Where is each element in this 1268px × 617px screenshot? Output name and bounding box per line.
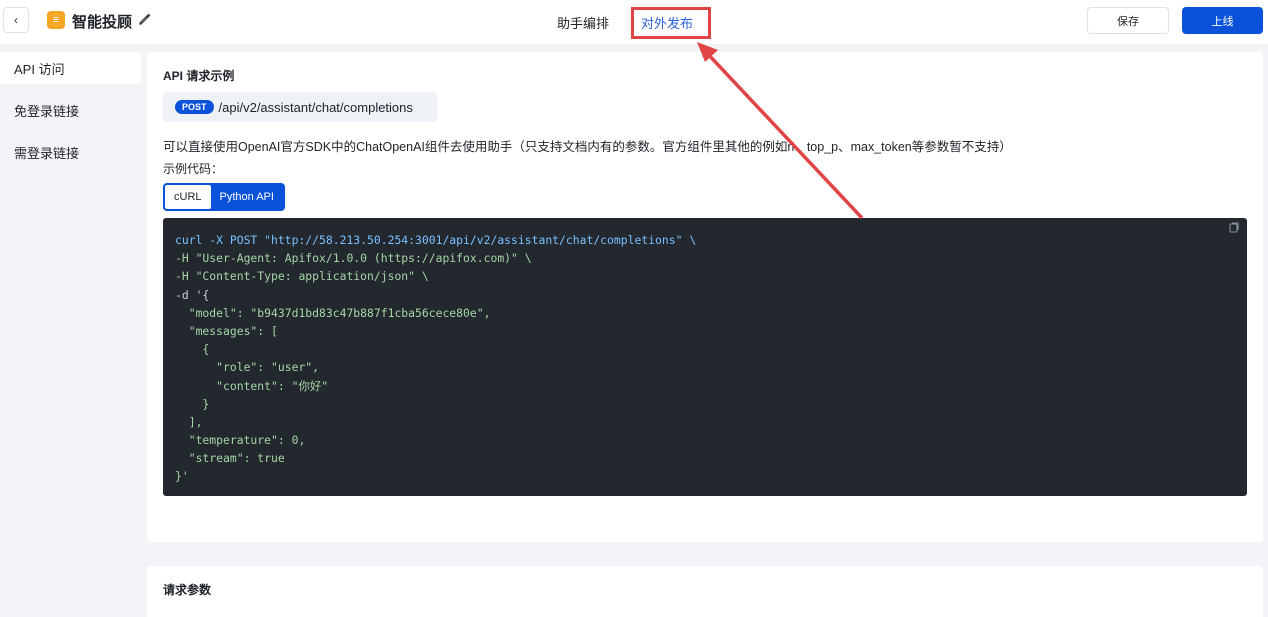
code-language-switch: cURL Python API xyxy=(163,183,285,211)
section-title: 请求参数 xyxy=(163,583,212,597)
endpoint-path: /api/v2/assistant/chat/completions xyxy=(218,99,413,115)
code-line: "messages": [ xyxy=(175,323,278,338)
go-online-button[interactable]: 上线 xyxy=(1182,7,1263,34)
code-line: "temperature": 0, xyxy=(175,433,306,448)
back-button[interactable]: ‹ xyxy=(3,7,29,33)
code-label: 示例代码： xyxy=(163,162,224,176)
code-line: "role": "user", xyxy=(175,360,320,375)
chevron-left-icon: ‹ xyxy=(14,13,18,27)
endpoint-box: POST /api/v2/assistant/chat/completions xyxy=(163,92,437,122)
code-line: } xyxy=(175,396,210,411)
sidebar: API 访问 免登录链接 需登录链接 xyxy=(0,44,142,617)
sidebar-item-api-access[interactable]: API 访问 xyxy=(0,52,141,84)
code-line: -H "User-Agent: Apifox/1.0.0 (https://ap… xyxy=(175,251,532,266)
request-params-card: 请求参数 xyxy=(147,566,1263,617)
description-text: 可以直接使用OpenAI官方SDK中的ChatOpenAI组件去使用助手（只支持… xyxy=(163,140,1012,154)
tab-python-api[interactable]: Python API xyxy=(210,185,283,209)
copy-icon[interactable] xyxy=(1229,222,1239,233)
code-line: -d '{ xyxy=(175,287,210,302)
code-line: { xyxy=(175,342,210,357)
code-line: "stream": true xyxy=(175,451,285,466)
sidebar-item-no-login-link[interactable]: 免登录链接 xyxy=(0,94,141,126)
section-title: API 请求示例 xyxy=(163,69,235,83)
code-line: "content": "你好" xyxy=(175,378,329,393)
code-line: ], xyxy=(175,414,203,429)
api-example-card: API 请求示例 POST /api/v2/assistant/chat/com… xyxy=(147,52,1263,542)
tab-assistant-orchestration[interactable]: 助手编排 xyxy=(557,13,609,32)
method-badge: POST xyxy=(175,100,214,114)
code-block[interactable]: curl -X POST "http://58.213.50.254:3001/… xyxy=(163,218,1247,496)
save-button[interactable]: 保存 xyxy=(1087,7,1169,34)
code-line: }' xyxy=(175,469,189,484)
annotation-highlight-box xyxy=(631,7,711,39)
code-line: "model": "b9437d1bd83c47b887f1cba56cece8… xyxy=(175,305,491,320)
code-line: -H "Content-Type: application/json" \ xyxy=(175,269,429,284)
page-title: 智能投顾 xyxy=(72,14,133,31)
edit-icon[interactable] xyxy=(138,12,152,26)
sidebar-item-login-link[interactable]: 需登录链接 xyxy=(0,136,141,168)
code-line: curl -X POST "http://58.213.50.254:3001/… xyxy=(175,233,697,247)
assistant-logo-icon: ≡ xyxy=(47,11,65,29)
tab-curl[interactable]: cURL xyxy=(165,185,211,209)
